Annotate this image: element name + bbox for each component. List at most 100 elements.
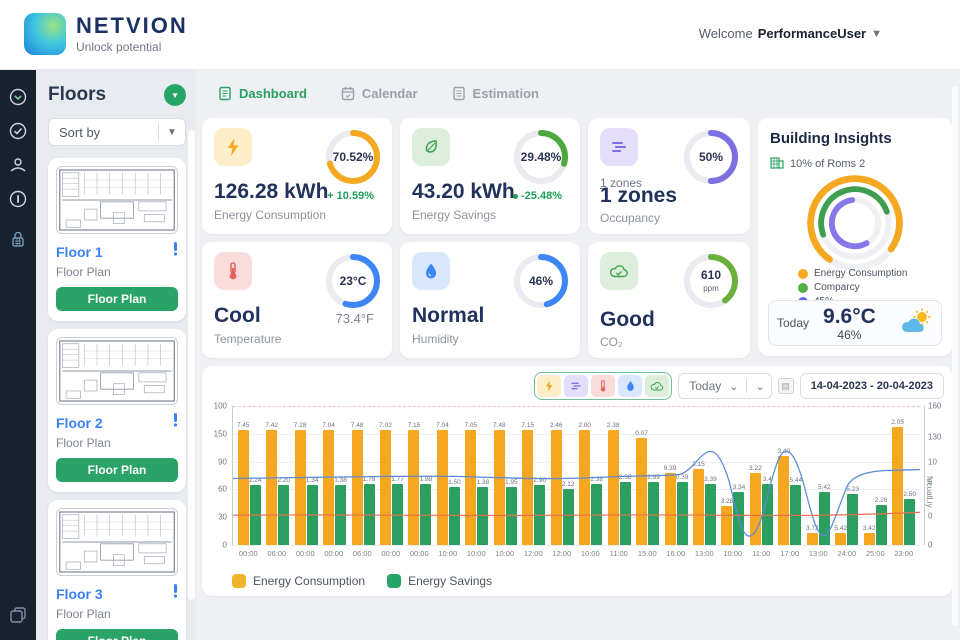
x-axis-tick: 17:00	[776, 549, 805, 558]
floor-name[interactable]: Floor 1	[56, 244, 103, 260]
period-value: Today	[689, 379, 721, 393]
chart-column: 2.462.12	[548, 406, 576, 545]
kpi-occupancy: 50% 1 zones 1 zones Occupancy	[588, 118, 750, 234]
cloud-check-icon	[600, 252, 638, 290]
main-content: Dashboard Calendar Estimation 70.52% 126…	[196, 70, 960, 640]
droplet-icon	[412, 252, 450, 290]
floor-plan-thumbnail[interactable]	[56, 508, 178, 576]
floor-plan-button[interactable]: Floor Plan	[56, 458, 178, 482]
x-axis-tick: 25:00	[861, 549, 890, 558]
chart-column: 3.725.42	[804, 406, 832, 545]
brand-logo: NETVION Unlock potential	[24, 13, 188, 55]
layers-icon[interactable]	[8, 606, 28, 626]
floors-scrollbar[interactable]	[188, 130, 195, 600]
energy-consumption-value: 126.28 kWh	[214, 180, 328, 204]
temperature-label: Temperature	[214, 332, 281, 346]
insights-legend-item: Comparcy	[798, 282, 907, 293]
kpi-temperature: 23°C Cool 73.4°F Temperature	[202, 242, 392, 358]
floor-name[interactable]: Floor 2	[56, 415, 103, 431]
chart-column: 7.021.77	[377, 406, 405, 545]
chart-legend-item: Energy Savings	[387, 574, 492, 588]
right-axis-tick: 0	[928, 511, 932, 520]
chevron-down-circle-icon[interactable]	[9, 88, 27, 106]
chevron-down-icon: ▼	[871, 28, 882, 40]
chart-legend-item: Energy Consumption	[232, 574, 365, 588]
right-axis-tick: 0	[928, 541, 932, 550]
date-range-picker[interactable]: 14-04-2023 - 20-04-2023	[800, 373, 944, 399]
chart-column: 7.152.90	[520, 406, 548, 545]
chart-x-axis: 00:0006:0000:0000:0006:0000:0000:0010:00…	[232, 549, 920, 558]
pause-circle-icon[interactable]	[9, 190, 27, 208]
chart-column: 7.281.34	[292, 406, 320, 545]
filter-co2-button[interactable]	[645, 375, 669, 397]
x-axis-tick: 23:00	[890, 549, 919, 558]
filter-energy-button[interactable]	[537, 375, 561, 397]
humidity-ring: 46%	[512, 252, 570, 310]
x-axis-tick: 10:00	[491, 549, 520, 558]
floor-subtitle: Floor Plan	[56, 436, 178, 450]
co2-label: CO₂	[600, 335, 623, 349]
chart-column: 7.041.38	[320, 406, 348, 545]
floor-plan-thumbnail[interactable]	[56, 166, 178, 234]
floor-card[interactable]: Floor 2 Floor Plan Floor Plan	[48, 329, 186, 492]
floors-title: Floors	[48, 84, 106, 106]
energy-savings-value: 43.20 kWh	[412, 180, 515, 204]
x-axis-tick: 11:00	[747, 549, 776, 558]
floor-plan-button[interactable]: Floor Plan	[56, 287, 178, 311]
chart-column: 7.481.95	[491, 406, 519, 545]
floor-list: Floor 1 Floor Plan Floor Plan	[48, 158, 186, 640]
floors-panel: Floors ▼ Sort by ▼ Floor	[36, 70, 196, 640]
right-axis-title: focuatl.iy	[925, 476, 934, 508]
metric-filter-group	[534, 372, 672, 400]
today-temp: 9.6°C	[823, 306, 876, 327]
floor-card[interactable]: Floor 3 Floor Plan Floor Plan	[48, 500, 186, 640]
sort-by-select[interactable]: Sort by ▼	[48, 118, 186, 146]
chart-column: 7.481.78	[349, 406, 377, 545]
floor-name[interactable]: Floor 3	[56, 586, 103, 602]
chart-column: 9.390.39	[662, 406, 690, 545]
page-scrollbar[interactable]	[952, 86, 958, 626]
welcome-label: Welcome	[699, 26, 753, 41]
chevron-down-icon[interactable]: ⌄	[755, 380, 764, 393]
humidity-label: Humidity	[412, 332, 459, 346]
floor-info-icon[interactable]	[173, 242, 178, 261]
x-axis-tick: 15.00	[633, 549, 662, 558]
lock-icon[interactable]	[10, 230, 26, 248]
chart-column: 7.051.38	[463, 406, 491, 545]
chart-column: 7.422.20	[263, 406, 291, 545]
y-axis-tick: 0	[223, 541, 227, 550]
floors-collapse-button[interactable]: ▼	[164, 84, 186, 106]
kpi-humidity: 46% Normal Humidity	[400, 242, 580, 358]
sun-cloud-icon	[899, 307, 933, 340]
filter-occupancy-button[interactable]	[564, 375, 588, 397]
x-axis-tick: 00:00	[377, 549, 406, 558]
floor-card[interactable]: Floor 1 Floor Plan Floor Plan	[48, 158, 186, 321]
floor-subtitle: Floor Plan	[56, 607, 178, 621]
period-select[interactable]: Today ⌄ ⌄	[678, 373, 771, 399]
calendar-mini-icon[interactable]: ▤	[778, 378, 794, 394]
tab-calendar[interactable]: Calendar	[341, 86, 418, 101]
y-axis-tick: 30	[218, 513, 227, 522]
chart-legend: Energy Consumption Energy Savings	[232, 574, 492, 588]
x-axis-tick: 00:00	[320, 549, 349, 558]
right-axis-tick: 130	[928, 432, 941, 441]
filter-temperature-button[interactable]	[591, 375, 615, 397]
floor-info-icon[interactable]	[173, 584, 178, 603]
chart-column: 7.452.24	[235, 406, 263, 545]
check-circle-icon[interactable]	[9, 122, 27, 140]
co2-value: Good	[600, 308, 655, 332]
tab-estimation[interactable]: Estimation	[452, 86, 539, 101]
chart-column: 7.151.98	[406, 406, 434, 545]
energy-savings-label: Energy Savings	[412, 208, 496, 222]
floor-plan-button[interactable]: Floor Plan	[56, 629, 178, 640]
x-axis-tick: 00:00	[234, 549, 263, 558]
filter-humidity-button[interactable]	[618, 375, 642, 397]
user-presence-icon[interactable]	[8, 156, 28, 174]
building-insights-title: Building Insights	[770, 130, 940, 147]
y-axis-tick: 90	[218, 457, 227, 466]
floor-info-icon[interactable]	[173, 413, 178, 432]
user-menu[interactable]: Welcome PerformanceUser ▼	[699, 26, 882, 41]
tab-dashboard[interactable]: Dashboard	[218, 86, 307, 101]
floor-plan-thumbnail[interactable]	[56, 337, 178, 405]
humidity-value: Normal	[412, 304, 484, 328]
